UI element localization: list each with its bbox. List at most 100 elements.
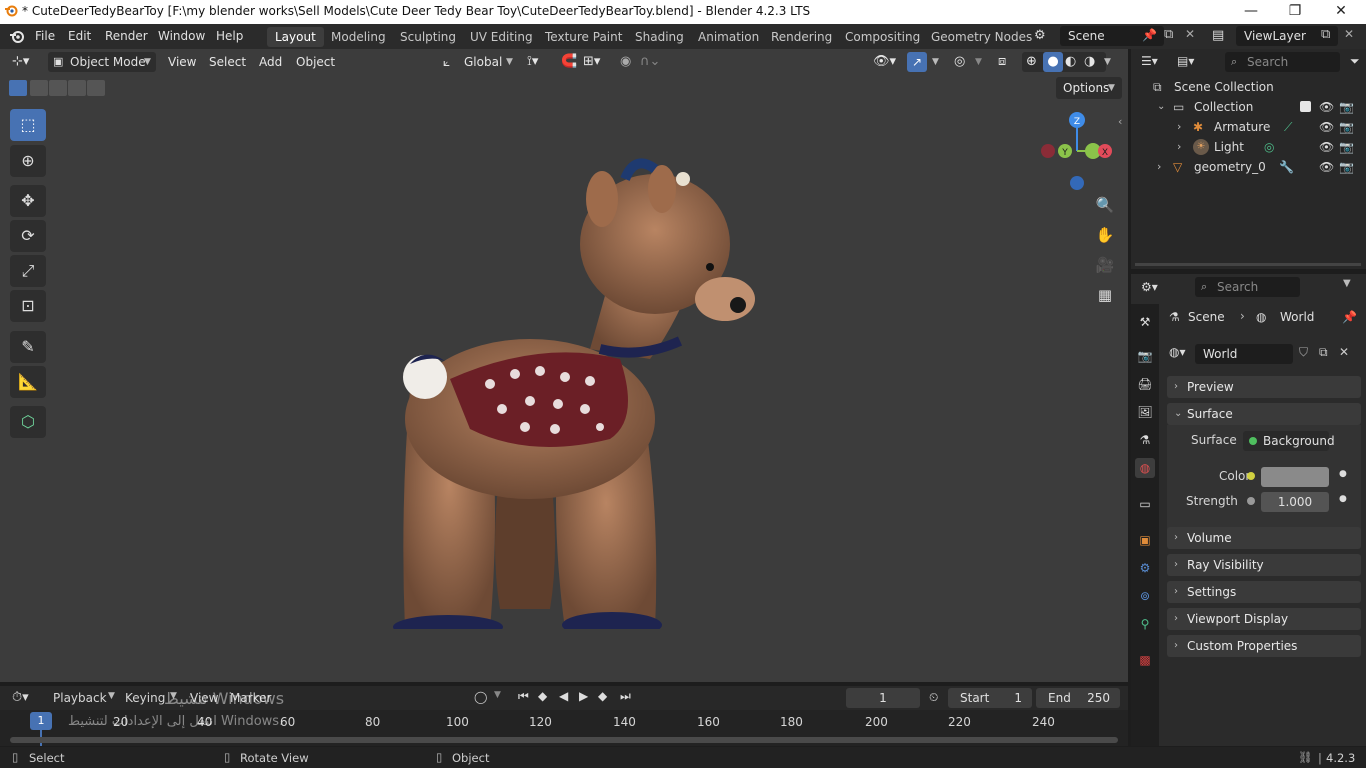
gizmo-toggle-icon[interactable]: ↗: [907, 52, 927, 72]
outliner-editor-icon[interactable]: ☰▾: [1141, 54, 1158, 68]
chevron-down-icon[interactable]: ▼: [975, 52, 982, 72]
chevron-down-icon[interactable]: ⌄: [1157, 97, 1165, 117]
menu-help[interactable]: Help: [216, 24, 243, 49]
rotate-tool[interactable]: ⟳: [10, 220, 46, 252]
new-view-layer-icon[interactable]: ⧉: [1321, 27, 1330, 42]
modifier-tab-icon[interactable]: ⚙: [1135, 558, 1155, 578]
outliner-row-geometry[interactable]: › ▽ geometry_0 🔧 👁 📷: [1131, 157, 1366, 177]
annotate-tool[interactable]: ✎: [10, 331, 46, 363]
outliner-search-input[interactable]: ⌕ Search: [1225, 52, 1340, 72]
pin-icon[interactable]: 📌: [1342, 310, 1357, 324]
outliner-row-armature[interactable]: › ✱ Armature ⟋ 👁 📷: [1131, 117, 1366, 137]
exclude-checkbox[interactable]: [1300, 101, 1311, 112]
world-tab-icon[interactable]: ◍: [1135, 458, 1155, 478]
tab-layout[interactable]: Layout: [267, 27, 324, 47]
mode-selector[interactable]: ▣ Object Mode ▼: [48, 52, 156, 72]
filter-icon[interactable]: ⏷: [1350, 54, 1360, 69]
new-scene-icon[interactable]: ⧉: [1164, 27, 1173, 42]
properties-editor-icon[interactable]: ⚙▾: [1141, 280, 1158, 294]
rendered-shading-icon[interactable]: ◑: [1084, 52, 1095, 72]
timeline-keying-menu[interactable]: Keying: [125, 691, 165, 705]
timeline-editor-icon[interactable]: ⏱▾: [12, 690, 29, 705]
keyframe-dot-icon[interactable]: ●: [1339, 494, 1347, 504]
start-frame-field[interactable]: Start 1: [948, 688, 1032, 708]
tab-rendering[interactable]: Rendering: [763, 27, 840, 47]
delete-scene-icon[interactable]: ✕: [1185, 27, 1195, 41]
transform-tool[interactable]: ⊡: [10, 290, 46, 322]
eye-icon[interactable]: 👁: [1319, 157, 1334, 177]
panel-surface[interactable]: ⌄ Surface: [1167, 403, 1361, 425]
grid-icon[interactable]: ▦: [1093, 283, 1117, 307]
pivot-icon[interactable]: ⟟▾: [527, 52, 538, 72]
maximize-button[interactable]: ❐: [1272, 0, 1318, 24]
select-box-tool[interactable]: ⬚: [10, 109, 46, 141]
panel-custom-properties[interactable]: › Custom Properties: [1167, 635, 1361, 657]
close-button[interactable]: ✕: [1318, 0, 1364, 24]
play-icon[interactable]: ▶: [579, 689, 588, 703]
xray-icon[interactable]: ⧈: [998, 52, 1006, 72]
select-extend-icon[interactable]: [30, 80, 48, 96]
add-cube-tool[interactable]: ⬡: [10, 406, 46, 438]
play-reverse-icon[interactable]: ◀: [559, 689, 568, 703]
camera-render-icon[interactable]: 📷: [1339, 117, 1354, 137]
proportional-edit-icon[interactable]: ◉: [620, 52, 631, 72]
chevron-right-icon[interactable]: ›: [1177, 137, 1181, 157]
modifier-wrench-icon[interactable]: 🔧: [1279, 157, 1294, 177]
tab-geometry-nodes[interactable]: Geometry Nodes: [923, 27, 1040, 47]
scale-tool[interactable]: ⤢: [10, 255, 46, 287]
properties-search-input[interactable]: ⌕ Search: [1195, 277, 1300, 297]
object-data-tab-icon[interactable]: ⚲: [1135, 614, 1155, 634]
deer-model[interactable]: [380, 109, 760, 629]
unlink-world-icon[interactable]: ✕: [1339, 345, 1349, 359]
menu-file[interactable]: File: [35, 24, 55, 49]
tab-sculpting[interactable]: Sculpting: [392, 27, 464, 47]
tab-animation[interactable]: Animation: [690, 27, 767, 47]
outliner-row-scene-collection[interactable]: ⧉ Scene Collection: [1131, 77, 1366, 97]
texture-tab-icon[interactable]: ▩: [1135, 650, 1155, 670]
render-tab-icon[interactable]: 📷: [1135, 346, 1155, 366]
collection-tab-icon[interactable]: ▭: [1135, 494, 1155, 514]
timeline-scrollbar[interactable]: [10, 737, 1118, 743]
blender-menu-icon[interactable]: [9, 29, 25, 45]
output-tab-icon[interactable]: 🖨: [1135, 374, 1155, 394]
chevron-down-icon[interactable]: ▼: [932, 52, 939, 72]
select-invert-icon[interactable]: [68, 80, 86, 96]
chevron-down-icon[interactable]: ▼: [506, 52, 513, 72]
menu-select[interactable]: Select: [209, 52, 246, 72]
tab-texture-paint[interactable]: Texture Paint: [537, 27, 630, 47]
eye-icon[interactable]: 👁: [1319, 137, 1334, 157]
camera-render-icon[interactable]: 📷: [1339, 157, 1354, 177]
material-shading-icon[interactable]: ◐: [1065, 52, 1076, 72]
menu-edit[interactable]: Edit: [68, 24, 91, 49]
armature-data-icon[interactable]: ⟋: [1284, 117, 1292, 137]
measure-tool[interactable]: 📐: [10, 366, 46, 398]
menu-add[interactable]: Add: [259, 52, 282, 72]
chevron-down-icon[interactable]: ▼: [108, 691, 115, 701]
outliner-row-collection[interactable]: ⌄ ▭ Collection 👁 📷: [1131, 97, 1366, 117]
panel-ray-visibility[interactable]: › Ray Visibility: [1167, 554, 1361, 576]
breadcrumb-scene[interactable]: Scene: [1188, 310, 1225, 324]
chevron-right-icon[interactable]: ›: [1157, 157, 1161, 177]
current-frame-field[interactable]: 1: [846, 688, 920, 708]
editor-type-icon[interactable]: ⊹▾: [12, 52, 29, 72]
scene-tab-icon[interactable]: ⚗: [1135, 430, 1155, 450]
jump-start-icon[interactable]: ⏮: [518, 689, 529, 704]
panel-preview[interactable]: › Preview: [1167, 376, 1361, 398]
auto-keying-icon[interactable]: ◯: [474, 690, 487, 704]
display-mode-icon[interactable]: ▤▾: [1177, 54, 1194, 68]
snap-target-icon[interactable]: ⊞▾: [583, 52, 600, 72]
tab-modeling[interactable]: Modeling: [323, 27, 394, 47]
outliner-scrollbar[interactable]: [1135, 263, 1361, 266]
orientation-selector[interactable]: Global: [464, 52, 502, 72]
view-layer-tab-icon[interactable]: 🖼: [1135, 402, 1155, 422]
zoom-icon[interactable]: 🔍: [1093, 193, 1117, 217]
eye-icon[interactable]: 👁: [1319, 117, 1334, 137]
timeline-playback-menu[interactable]: Playback: [53, 691, 107, 705]
keyframe-dot-icon[interactable]: ●: [1339, 469, 1347, 479]
delete-view-layer-icon[interactable]: ✕: [1344, 27, 1354, 41]
view-layer-icon[interactable]: ▤: [1212, 28, 1224, 43]
wireframe-shading-icon[interactable]: ⊕: [1026, 52, 1037, 72]
minimize-button[interactable]: —: [1228, 0, 1274, 24]
pin-icon[interactable]: 📌: [1142, 28, 1157, 42]
world-browse-icon[interactable]: ◍▾: [1169, 345, 1186, 359]
